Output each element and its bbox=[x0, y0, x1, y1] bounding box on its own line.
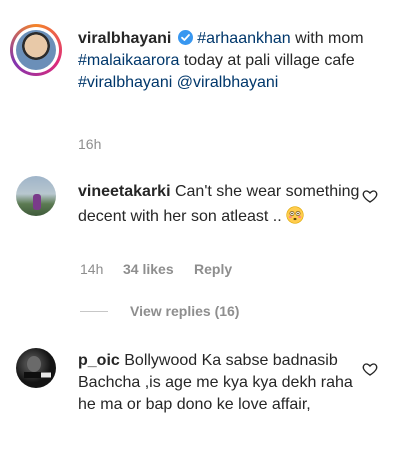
post-username[interactable]: viralbhayani bbox=[78, 30, 171, 47]
post-timestamp[interactable]: 16h bbox=[78, 136, 101, 152]
comment-1: vineetakarki Can't she wear something de… bbox=[78, 181, 360, 228]
comment-username[interactable]: vineetakarki bbox=[78, 183, 171, 200]
verified-badge-icon bbox=[177, 30, 193, 45]
comment-1-reply-button[interactable]: Reply bbox=[194, 261, 232, 277]
view-replies-divider bbox=[80, 311, 108, 312]
comment-avatar-p_oic[interactable] bbox=[16, 348, 56, 388]
caption-plain-3: today at pali village cafe bbox=[179, 52, 355, 69]
comment-text: Bollywood Ka sabse badnasib Bachcha ,is … bbox=[78, 352, 353, 413]
comment-1-likes[interactable]: 34 likes bbox=[123, 261, 174, 277]
like-comment-1-button[interactable] bbox=[362, 188, 378, 209]
post-caption: viralbhayani #arhaankhan with mom #malai… bbox=[78, 28, 373, 94]
heart-icon bbox=[362, 363, 378, 376]
hashtag-viralbhayani[interactable]: #viralbhayani bbox=[78, 74, 172, 91]
flushed-face-emoji-icon bbox=[286, 206, 304, 224]
caption-plain-2: with mom bbox=[290, 30, 364, 47]
view-replies-button[interactable]: View replies (16) bbox=[130, 303, 239, 319]
comment-username[interactable]: p_oic bbox=[78, 352, 120, 369]
mention-viralbhayani[interactable]: @viralbhayani bbox=[177, 74, 279, 91]
comment-2: p_oic Bollywood Ka sabse badnasib Bachch… bbox=[78, 350, 360, 416]
comment-1-timestamp[interactable]: 14h bbox=[80, 261, 103, 277]
heart-icon bbox=[362, 190, 378, 203]
story-ring[interactable] bbox=[10, 24, 62, 76]
hashtag-malaikaarora[interactable]: #malaikaarora bbox=[78, 52, 179, 69]
comment-avatar-vineetakarki[interactable] bbox=[16, 176, 56, 216]
hashtag-arhaankhan[interactable]: #arhaankhan bbox=[197, 30, 290, 47]
avatar[interactable] bbox=[16, 30, 56, 70]
like-comment-2-button[interactable] bbox=[362, 361, 378, 382]
